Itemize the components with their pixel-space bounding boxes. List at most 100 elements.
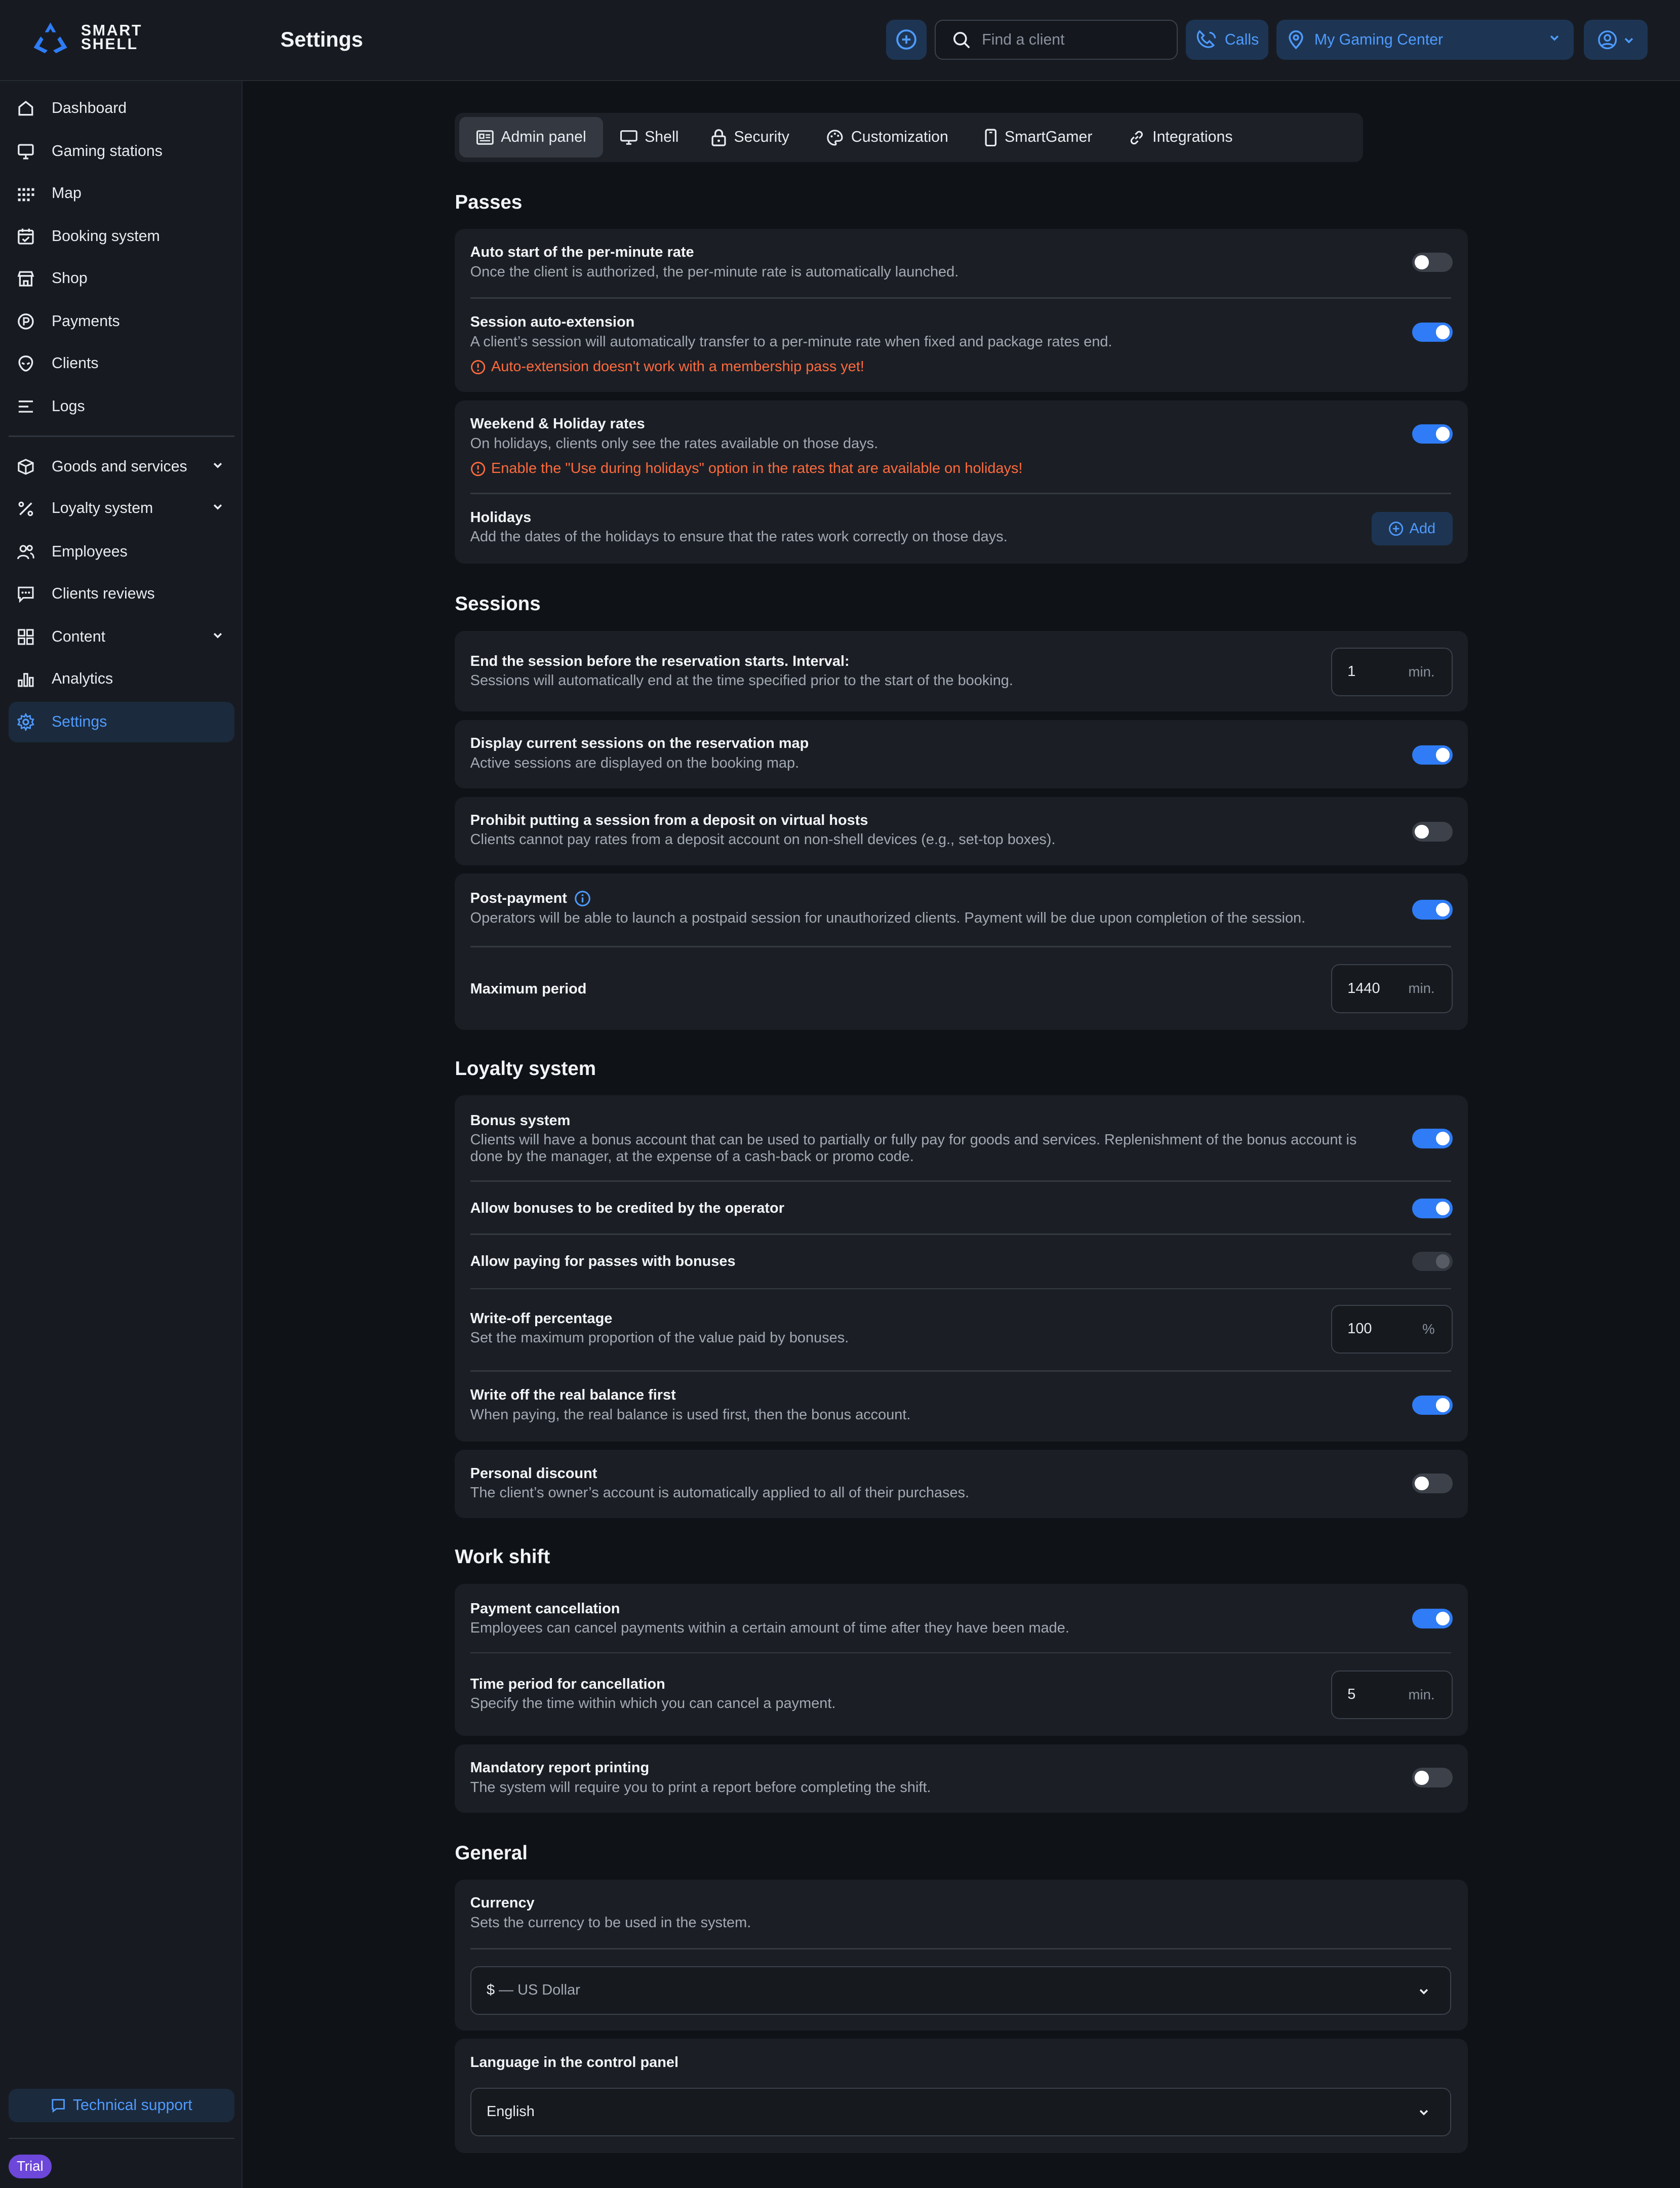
currency-symbol: $ [486,1982,495,1999]
sidebar-item-label: Gaming stations [51,142,163,160]
setting-description: A client’s session will automatically tr… [470,333,1112,350]
logo[interactable]: SMART SHELL [31,20,143,56]
warning-text: Auto-extension doesn't work with a membe… [491,359,864,375]
setting-title: Mandatory report printing [470,1760,650,1776]
setting-description: Add the dates of the holidays to ensure … [470,529,1008,545]
setting-title: Write off the real balance first [470,1387,676,1404]
end-before-interval-field[interactable]: min. [1331,647,1453,697]
currency-name: — US Dollar [499,1982,580,1999]
calls-label: Calls [1224,31,1259,48]
currency-select[interactable]: $ — US Dollar [470,1966,1451,2015]
sidebar-item-label: Content [51,628,106,645]
setting-currency: Currency Sets the currency to be used in… [470,1893,1451,1931]
maximum-period-input[interactable] [1347,980,1404,997]
section-title-passes: Passes [455,191,523,213]
prohibit-deposit-toggle[interactable] [1412,822,1453,842]
calls-button[interactable]: Calls [1186,19,1268,60]
payment-cancellation-toggle[interactable] [1412,1609,1453,1628]
session-auto-extension-toggle[interactable] [1412,322,1453,342]
operator-credit-toggle[interactable] [1412,1199,1453,1218]
end-before-interval-input[interactable] [1347,663,1404,681]
setting-display-current-sessions: Display current sessions on the reservat… [470,734,1451,771]
add-holiday-button[interactable]: Add [1371,512,1453,546]
calendar-check-icon [17,227,35,246]
page-title: Settings [280,28,363,52]
language-select[interactable]: English [470,2087,1451,2136]
setting-personal-discount: Personal discount The client’s owner’s a… [470,1464,1451,1501]
post-payment-toggle[interactable] [1412,900,1453,920]
real-balance-first-toggle[interactable] [1412,1395,1453,1415]
passes-card-1: Auto start of the per-minute rate Once t… [455,228,1468,392]
maximum-period-field[interactable]: min. [1331,964,1453,1013]
sidebar-item-dashboard[interactable]: Dashboard [9,88,234,129]
tab-admin-panel[interactable]: Admin panel [459,117,603,158]
sidebar-item-clients-reviews[interactable]: Clients reviews [9,574,234,614]
personal-discount-toggle[interactable] [1412,1474,1453,1493]
sidebar-item-analytics[interactable]: Analytics [9,659,234,699]
search-input[interactable] [982,31,1164,49]
technical-support-button[interactable]: Technical support [8,2089,234,2123]
toggle-knob [1435,902,1450,917]
setting-payment-cancellation: Payment cancellation Employees can cance… [470,1599,1451,1637]
setting-title: Auto start of the per-minute rate [470,244,694,261]
pay-passes-bonuses-toggle[interactable] [1412,1251,1453,1271]
sidebar-item-loyalty-system[interactable]: Loyalty system [9,488,234,529]
sidebar-item-label: Logs [51,398,85,415]
setting-description: Clients cannot pay rates from a deposit … [470,831,1056,848]
tab-shell[interactable]: Shell [603,117,695,157]
write-off-percentage-field[interactable]: % [1331,1304,1453,1354]
user-menu-button[interactable] [1583,19,1648,60]
sidebar-item-shop[interactable]: Shop [9,258,234,299]
tab-smartgamer[interactable]: SmartGamer [967,117,1109,157]
sidebar-item-label: Analytics [51,670,113,687]
sidebar-item-goods-and-services[interactable]: Goods and services [9,447,234,487]
setting-title: Maximum period [470,981,587,998]
chevron-down-icon [1419,1988,1428,1995]
setting-title: Allow paying for passes with bonuses [470,1253,736,1269]
info-icon[interactable] [574,890,591,907]
sidebar-item-employees[interactable]: Employees [9,532,234,572]
tab-label: Shell [645,129,679,146]
add-button[interactable] [886,19,927,60]
sidebar-item-logs[interactable]: Logs [9,386,234,427]
setting-write-off-percentage: Write-off percentage Set the maximum pro… [470,1309,1451,1346]
sidebar-item-clients[interactable]: Clients [9,343,234,384]
setting-title: Payment cancellation [470,1601,620,1617]
client-search[interactable] [935,19,1178,60]
row-divider [470,492,1451,494]
display-current-sessions-toggle[interactable] [1412,745,1453,765]
sidebar: Dashboard Gaming stations Map Booking sy… [0,81,243,2188]
setting-description: Active sessions are displayed on the boo… [470,754,799,771]
chat-icon [17,585,35,603]
setting-title: Weekend & Holiday rates [470,416,645,432]
sidebar-item-content[interactable]: Content [9,617,234,657]
layout-grid-icon [17,628,35,646]
write-off-percentage-input[interactable] [1347,1321,1404,1338]
toggle-knob [1415,1476,1429,1491]
mandatory-report-printing-toggle[interactable] [1412,1768,1453,1788]
sidebar-item-gaming-stations[interactable]: Gaming stations [9,131,234,172]
auto-start-toggle[interactable] [1412,252,1453,272]
setting-description: Employees can cancel payments within a c… [470,1620,1069,1637]
setting-prohibit-deposit: Prohibit putting a session from a deposi… [470,811,1451,848]
bonus-system-toggle[interactable] [1412,1129,1453,1148]
tab-security[interactable]: Security [694,117,806,157]
tab-integrations[interactable]: Integrations [1111,117,1250,157]
sidebar-item-label: Clients [51,354,99,372]
lines-icon [17,397,35,416]
row-divider [470,1180,1451,1182]
sidebar-item-settings[interactable]: Settings [8,702,234,743]
sidebar-item-map[interactable]: Map [9,173,234,214]
cancellation-period-input[interactable] [1347,1686,1404,1703]
setting-title: End the session before the reservation s… [470,653,850,669]
gear-icon [17,713,35,731]
tab-label: Admin panel [501,129,586,146]
weekend-holiday-rates-toggle[interactable] [1412,424,1453,444]
gaming-center-select[interactable]: My Gaming Center [1276,19,1574,60]
tab-customization[interactable]: Customization [809,117,965,157]
sidebar-item-booking-system[interactable]: Booking system [9,216,234,257]
sidebar-item-payments[interactable]: Payments [9,301,234,342]
phone-icon [985,129,996,146]
cancellation-period-field[interactable]: min. [1331,1670,1453,1719]
setting-title: Time period for cancellation [470,1676,665,1692]
